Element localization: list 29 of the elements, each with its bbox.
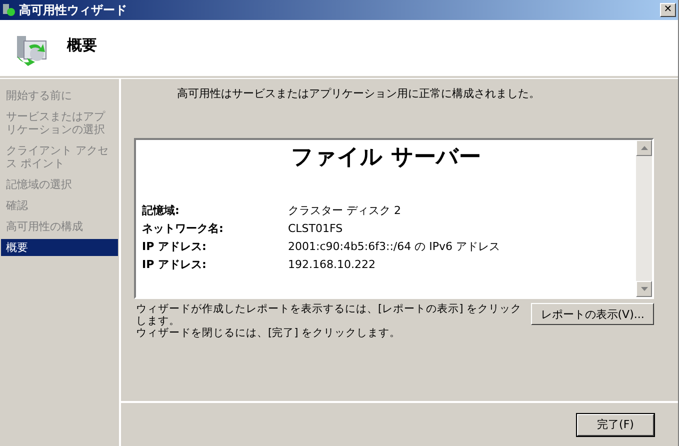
view-report-button[interactable]: レポートの表示(V)... xyxy=(531,303,654,325)
hint-text: ウィザードが作成したレポートを表示するには、[レポートの表示] をクリックします。 xyxy=(136,303,523,327)
wizard-step[interactable]: サービスまたはアプリケーションの選択 xyxy=(1,108,118,138)
finish-button[interactable]: 完了(F) xyxy=(577,414,654,436)
wizard-step[interactable]: クライアント アクセス ポイント xyxy=(1,142,118,172)
wizard-icon xyxy=(2,3,16,17)
wizard-step[interactable]: 確認 xyxy=(1,197,118,214)
report-label: ネットワーク名: xyxy=(142,221,224,237)
report-label: IP アドレス: xyxy=(142,257,208,273)
scroll-down-icon[interactable] xyxy=(640,287,648,291)
window-title: 高可用性ウィザード xyxy=(19,2,128,18)
close-button[interactable]: ✕ xyxy=(660,3,676,17)
wizard-step[interactable]: 概要 xyxy=(1,239,118,256)
wizard-step[interactable]: 開始する前に xyxy=(1,87,118,104)
wizard-step[interactable]: 高可用性の構成 xyxy=(1,218,118,235)
page-title: 概要 xyxy=(67,36,97,55)
hint-text: ウィザードを閉じるには、[完了] をクリックします。 xyxy=(136,327,402,339)
report-label: 記憶域: xyxy=(142,203,180,219)
report-value: CLST01FS xyxy=(288,221,343,237)
report-value: 2001:c90:4b5:6f3::/64 の IPv6 アドレス xyxy=(288,239,500,255)
report-label: IP アドレス: xyxy=(142,239,208,255)
report-value: 192.168.10.222 xyxy=(288,257,376,273)
scrollbar[interactable] xyxy=(636,140,652,297)
scroll-up-icon[interactable] xyxy=(640,146,648,150)
report-title: ファイル サーバー xyxy=(290,144,482,172)
wizard-step[interactable]: 記憶域の選択 xyxy=(1,176,118,193)
server-cluster-icon xyxy=(15,34,49,66)
success-message: 高可用性はサービスまたはアプリケーション用に正常に構成されました。 xyxy=(177,87,540,100)
report-value: クラスター ディスク 2 xyxy=(288,203,401,219)
